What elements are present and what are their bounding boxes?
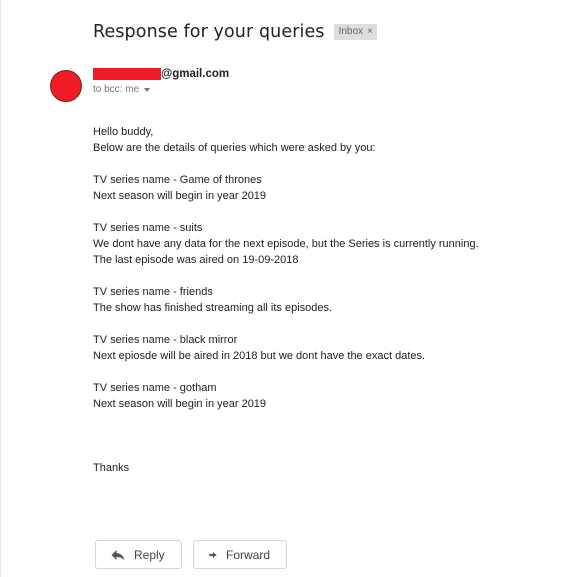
inbox-label-chip[interactable]: Inbox × — [333, 24, 377, 40]
inbox-label-text: Inbox — [338, 26, 364, 37]
recipient-details[interactable]: to bcc: me — [93, 84, 151, 95]
series-detail: The show has finished streaming all its … — [93, 302, 333, 314]
email-view: Response for your queries Inbox × @gmail… — [0, 0, 566, 577]
intro-line: Below are the details of queries which w… — [93, 142, 376, 154]
email-subject: Response for your queries — [93, 22, 325, 42]
forward-label: Forward — [225, 547, 270, 562]
series-title: TV series name - suits — [93, 222, 203, 234]
remove-label-icon[interactable]: × — [367, 25, 373, 39]
sender-avatar[interactable] — [50, 70, 82, 102]
redacted-sender-name — [93, 68, 161, 80]
message-actions: Reply Forward — [95, 540, 298, 569]
subject-row: Response for your queries Inbox × — [93, 18, 377, 46]
sender-row: @gmail.com — [93, 66, 229, 82]
show-details-chevron-icon[interactable] — [144, 87, 151, 92]
series-detail: The last episode was aired on 19-09-2018 — [93, 254, 299, 266]
greeting: Hello buddy, — [93, 126, 154, 138]
signoff: Thanks — [93, 462, 130, 474]
series-title: TV series name - gotham — [93, 382, 217, 394]
reply-label: Reply — [134, 547, 165, 562]
recipient-text: to bcc: me — [93, 84, 140, 95]
series-detail: We dont have any data for the next episo… — [93, 238, 479, 250]
reply-button[interactable]: Reply — [95, 540, 182, 569]
forward-button[interactable]: Forward — [193, 540, 287, 569]
series-detail: Next epiosde will be aired in 2018 but w… — [93, 350, 426, 362]
series-title: TV series name - friends — [93, 286, 213, 298]
series-detail: Next season will begin in year 2019 — [93, 398, 267, 410]
forward-arrow-icon — [209, 551, 217, 558]
series-title: TV series name - Game of thrones — [93, 174, 262, 186]
reply-arrow-icon — [111, 549, 125, 560]
sender-email[interactable]: @gmail.com — [161, 68, 229, 80]
series-detail: Next season will begin in year 2019 — [93, 190, 267, 202]
email-body: Hello buddy, Below are the details of qu… — [93, 124, 479, 476]
series-title: TV series name - black mirror — [93, 334, 238, 346]
